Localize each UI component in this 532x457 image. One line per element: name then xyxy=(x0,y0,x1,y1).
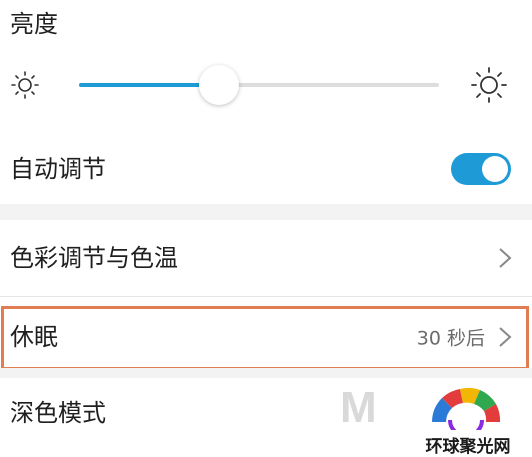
auto-adjust-row[interactable]: 自动调节 xyxy=(0,134,532,204)
sun-large-icon xyxy=(471,67,507,103)
rainbow-logo-icon xyxy=(432,387,501,430)
sun-small-icon xyxy=(11,71,39,99)
row-divider xyxy=(0,296,532,297)
chevron-right-icon xyxy=(499,248,512,268)
dark-mode-label: 深色模式 xyxy=(10,399,106,427)
color-temp-label: 色彩调节与色温 xyxy=(10,244,178,272)
color-temp-row[interactable]: 色彩调节与色温 xyxy=(0,220,532,296)
watermark-text: 环球聚光网 xyxy=(425,437,511,457)
watermark-m-glyph: M xyxy=(340,383,377,432)
chevron-right-icon xyxy=(499,327,512,347)
auto-adjust-toggle[interactable] xyxy=(451,153,511,185)
sleep-value: 30 秒后 xyxy=(416,327,485,350)
brightness-slider-fill xyxy=(79,83,220,87)
brightness-slider[interactable] xyxy=(79,65,439,105)
auto-adjust-label: 自动调节 xyxy=(10,155,106,183)
brightness-section-label: 亮度 xyxy=(10,10,58,38)
watermark-logo: 环球聚光网 xyxy=(408,376,528,457)
sleep-row[interactable]: 休眠 30 秒后 xyxy=(0,306,532,368)
toggle-knob xyxy=(482,156,508,182)
section-divider xyxy=(0,204,532,220)
brightness-row xyxy=(0,56,532,114)
sleep-label: 休眠 xyxy=(10,323,58,351)
brightness-slider-knob[interactable] xyxy=(199,65,240,105)
